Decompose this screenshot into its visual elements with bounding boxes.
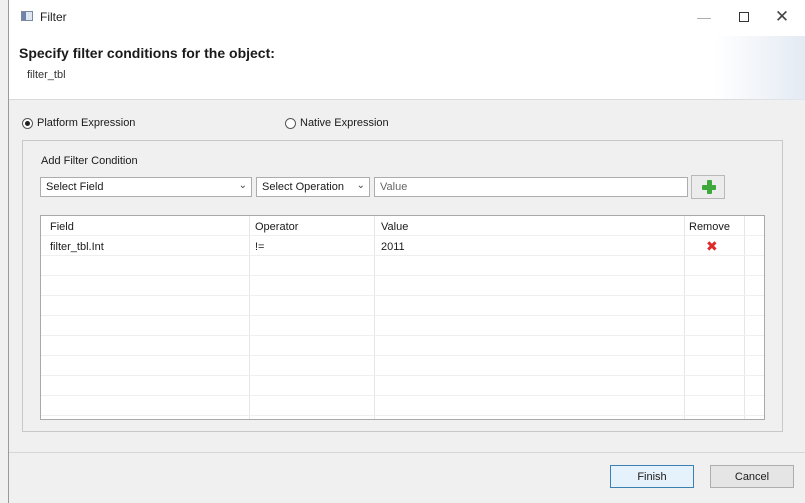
native-expression-label: Native Expression <box>300 117 389 129</box>
chevron-down-icon: ⌄ <box>238 180 247 191</box>
add-filter-condition-group: Add Filter Condition Select Field ⌄ Sele… <box>22 140 783 432</box>
cancel-button[interactable]: Cancel <box>710 465 794 488</box>
filter-dialog: Filter — ✕ Specify filter conditions for… <box>0 0 805 503</box>
select-operation-dropdown[interactable]: Select Operation ⌄ <box>256 177 370 197</box>
table-row-empty <box>41 316 764 336</box>
title-bar: Filter — ✕ <box>9 0 805 36</box>
add-condition-button[interactable] <box>691 175 725 199</box>
radio-selected-icon <box>22 117 33 129</box>
table-row-empty <box>41 376 764 396</box>
table-row-empty <box>41 396 764 416</box>
dialog-header: Specify filter conditions for the object… <box>9 36 805 100</box>
row-value: 2011 <box>381 241 405 253</box>
select-operation-value: Select Operation <box>262 181 344 193</box>
table-header-row: Field Operator Value Remove <box>41 216 764 236</box>
column-header-field[interactable]: Field <box>50 221 74 233</box>
maximize-icon <box>739 12 749 22</box>
maximize-button[interactable] <box>729 6 759 28</box>
column-header-operator[interactable]: Operator <box>255 221 298 233</box>
column-header-value[interactable]: Value <box>381 221 408 233</box>
red-x-icon[interactable]: ✖ <box>706 238 718 255</box>
group-label: Add Filter Condition <box>41 155 138 167</box>
column-header-remove[interactable]: Remove <box>689 221 730 233</box>
table-row-empty <box>41 256 764 276</box>
window-app-icon <box>21 11 33 21</box>
green-plus-icon <box>702 180 716 194</box>
footer-divider <box>9 452 805 453</box>
table-row-empty <box>41 356 764 376</box>
window-title: Filter <box>40 10 67 24</box>
row-operator: != <box>255 241 265 253</box>
table-row-empty <box>41 296 764 316</box>
value-input[interactable] <box>374 177 688 197</box>
table-row-empty <box>41 276 764 296</box>
finish-button[interactable]: Finish <box>610 465 694 488</box>
object-name: filter_tbl <box>27 69 66 81</box>
row-field: filter_tbl.Int <box>50 241 104 253</box>
radio-unselected-icon <box>285 117 296 129</box>
header-title: Specify filter conditions for the object… <box>19 45 275 61</box>
table-row[interactable]: filter_tbl.Int != 2011 ✖ <box>41 236 764 256</box>
conditions-table: Field Operator Value Remove filter_tbl.I… <box>40 215 765 420</box>
select-field-dropdown[interactable]: Select Field ⌄ <box>40 177 252 197</box>
native-expression-radio[interactable]: Native Expression <box>285 117 389 129</box>
header-banner-decoration <box>715 36 805 100</box>
chevron-down-icon: ⌄ <box>356 180 365 191</box>
select-field-value: Select Field <box>46 181 104 193</box>
close-button[interactable]: ✕ <box>767 6 797 28</box>
platform-expression-label: Platform Expression <box>37 117 136 129</box>
table-row-empty <box>41 336 764 356</box>
platform-expression-radio[interactable]: Platform Expression <box>22 117 135 129</box>
minimize-button[interactable]: — <box>689 6 719 28</box>
